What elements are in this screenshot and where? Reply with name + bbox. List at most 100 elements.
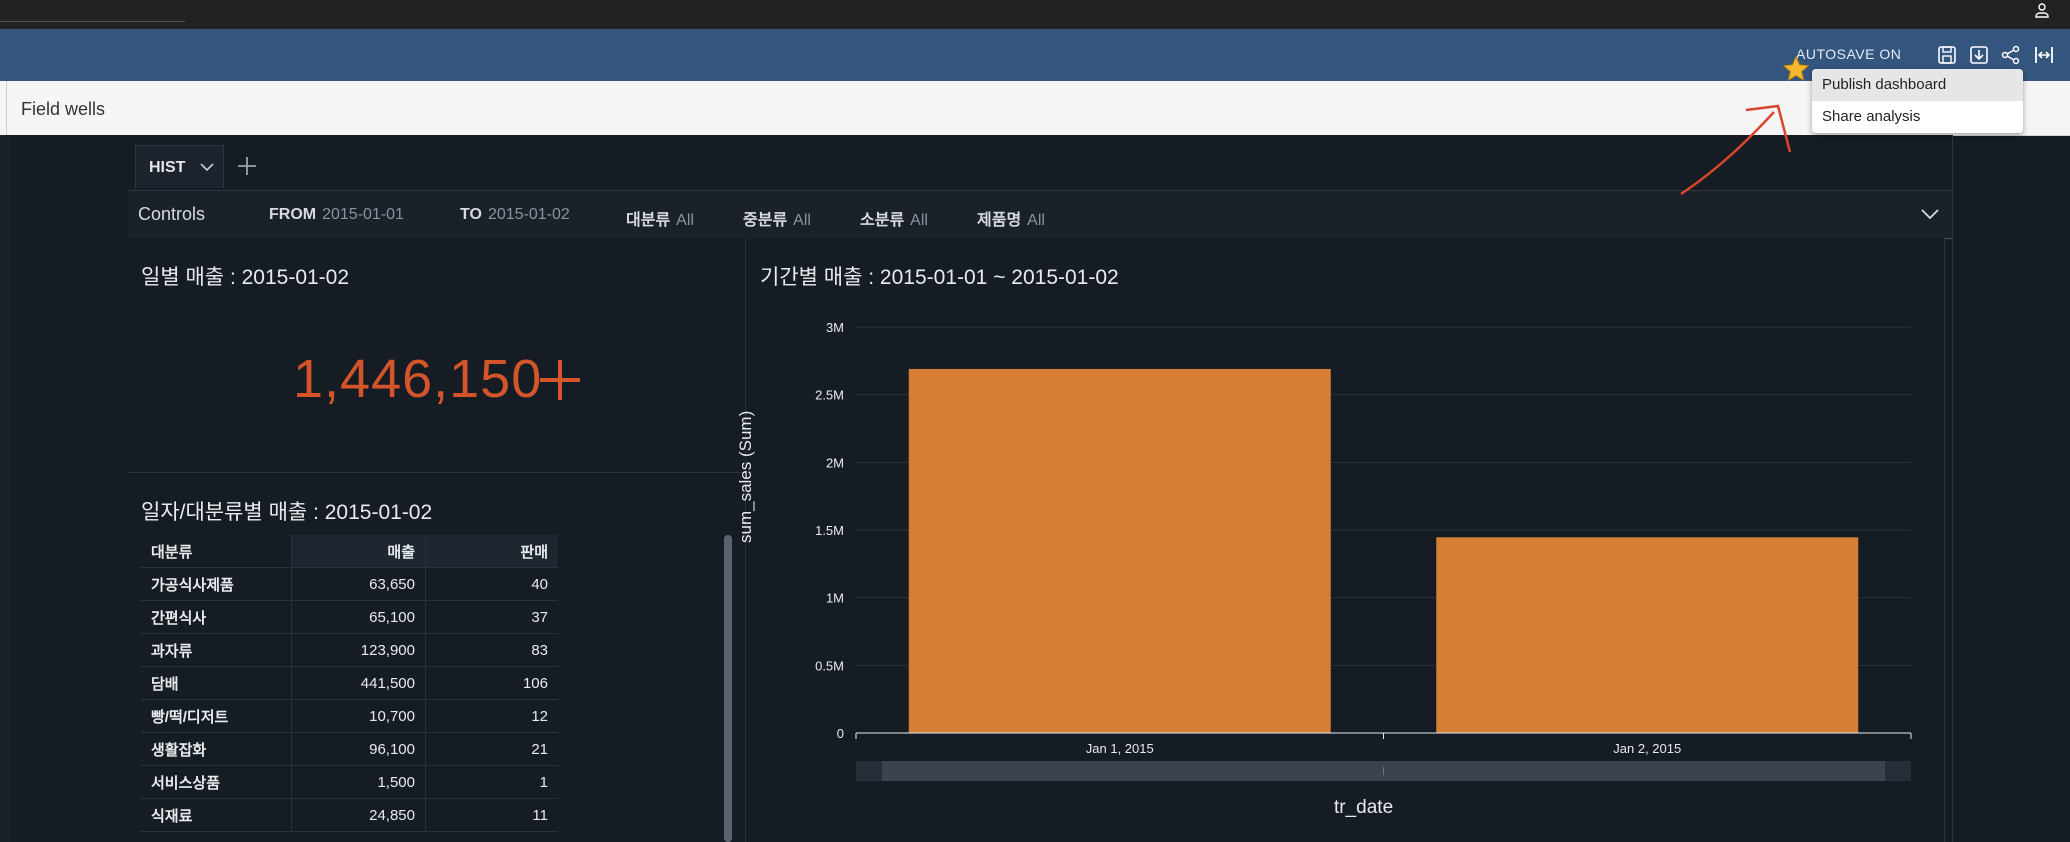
y-tick-label: 3M [826,320,844,335]
y-tick-label: 2M [826,455,844,470]
y-tick-label: 0 [837,726,844,741]
autosave-status[interactable]: AUTOSAVE ON [1796,46,1901,62]
fit-width-icon[interactable] [2033,44,2055,66]
table-row[interactable]: 가공식사제품 63,650 40 [141,567,558,601]
table-cell-count: 40 [425,567,558,601]
table-cell-count: 1 [425,765,558,799]
table-cell-category: 생활잡화 [141,732,292,766]
control-value: 2015-01-02 [487,206,570,223]
kpi-panel-title: 일별 매출 : 2015-01-02 [141,266,350,289]
share-menu: Publish dashboard Share analysis [1812,69,2023,133]
table-cell-category: 식재료 [141,798,292,832]
field-wells-divider [6,81,7,135]
y-axis-label: sum_sales (Sum) [736,410,755,543]
table-header-category[interactable]: 대분류 [141,535,292,568]
table-cell-category: 간편식사 [141,600,292,634]
top-bar-divider [0,21,185,22]
control-to-date[interactable]: TO 2015-01-02 [460,206,570,224]
field-wells-label[interactable]: Field wells [21,99,105,120]
control-value: All [793,212,811,229]
user-icon[interactable] [2034,2,2050,18]
control-value: All [1027,212,1045,229]
table-header-row: 대분류 매출 판매 [141,535,558,568]
bar-chart: 0 0.5M 1M 1.5M 2M 2.5M 3M Jan 1, 2015 Jan 2, 201… [815,320,1912,781]
table-cell-count: 21 [425,732,558,766]
control-value: 2015-01-01 [322,206,404,223]
control-key: FROM [269,206,317,223]
x-axis-label: tr_date [1334,797,1394,818]
y-tick-label: 0.5M [815,658,844,673]
chart-panel-right-border [1944,238,1945,842]
controls-label[interactable]: Controls [138,204,205,225]
table-scrollbar[interactable] [724,535,732,842]
sheet-right-edge [1952,135,1953,842]
table-cell-count: 106 [425,666,558,700]
table-cell-count: 83 [425,633,558,667]
table-cell-category: 빵/떡/디저트 [141,699,292,733]
table-cell-sales: 63,650 [291,567,426,601]
table-cell-count: 12 [425,699,558,733]
control-key: 소분류 [860,212,905,229]
star-icon [1782,55,1810,82]
control-key: TO [460,206,482,223]
table-cell-count: 11 [425,798,558,832]
share-icon[interactable] [2000,44,2022,66]
control-value: All [676,212,694,229]
control-key: 대분류 [626,212,671,229]
field-wells-bar[interactable]: Field wells [0,81,2070,136]
control-key: 제품명 [977,212,1022,229]
kpi-value: 1,446,150 [293,349,543,409]
table-cell-category: 가공식사제품 [141,567,292,601]
table-cell-sales: 123,900 [291,633,426,667]
table-row[interactable]: 빵/떡/디저트 10,700 12 [141,699,558,733]
publish-dashboard-item[interactable]: Publish dashboard [1812,69,2023,101]
chevron-down-icon[interactable] [199,159,215,175]
table-cell-category: 과자류 [141,633,292,667]
table-panel-title: 일자/대분류별 매출 : 2015-01-02 [141,501,433,524]
download-icon[interactable] [1968,44,1990,66]
table-row[interactable]: 식재료 24,850 11 [141,798,558,832]
table-cell-sales: 10,700 [291,699,426,733]
table-cell-category: 서비스상품 [141,765,292,799]
table-row[interactable]: 서비스상품 1,500 1 [141,765,558,799]
tab-hist[interactable]: HIST [135,145,224,188]
table-cell-count: 37 [425,600,558,634]
save-icon[interactable] [1936,44,1958,66]
plus-icon [540,360,580,400]
control-value: All [910,212,928,229]
y-tick-label: 2.5M [815,388,844,403]
table-cell-sales: 24,850 [291,798,426,832]
chevron-down-icon[interactable] [1920,204,1940,224]
table-row[interactable]: 과자류 123,900 83 [141,633,558,667]
table-cell-category: 담배 [141,666,292,700]
control-product-name[interactable]: 제품명 All [977,206,1045,230]
top-bar [0,0,2070,30]
bar [908,368,1331,733]
control-category-small[interactable]: 소분류 All [860,206,928,230]
control-category-mid[interactable]: 중분류 All [743,206,811,230]
canvas-left-edge [0,135,10,842]
table-cell-sales: 441,500 [291,666,426,700]
y-tick-label: 1M [826,591,844,606]
y-tick-label: 1.5M [815,523,844,538]
pivot-table: 대분류 매출 판매 가공식사제품 63,650 40 간편식사 65,100 3… [141,535,558,832]
table-cell-sales: 1,500 [291,765,426,799]
table-row[interactable]: 생활잡화 96,100 21 [141,732,558,766]
bar [1436,537,1859,733]
control-key: 중분류 [743,212,788,229]
controls-bar: Controls FROM 2015-01-01 TO 2015-01-02 대분류… [127,190,1952,239]
table-header-count[interactable]: 판매 [425,535,558,568]
table-cell-sales: 65,100 [291,600,426,634]
chart-panel-title: 기간별 매출 : 2015-01-01 ~ 2015-01-02 [760,266,1119,289]
tab-label: HIST [149,159,186,176]
x-tick-label: Jan 2, 2015 [1613,741,1681,756]
control-from-date[interactable]: FROM 2015-01-01 [269,206,404,224]
table-row[interactable]: 간편식사 65,100 37 [141,600,558,634]
share-analysis-item[interactable]: Share analysis [1812,101,2023,133]
control-category-large[interactable]: 대분류 All [626,206,694,230]
table-cell-sales: 96,100 [291,732,426,766]
add-sheet-plus-icon[interactable] [234,153,260,179]
table-header-sales[interactable]: 매출 [291,535,426,568]
table-row[interactable]: 담배 441,500 106 [141,666,558,700]
x-tick-label: Jan 1, 2015 [1086,741,1154,756]
